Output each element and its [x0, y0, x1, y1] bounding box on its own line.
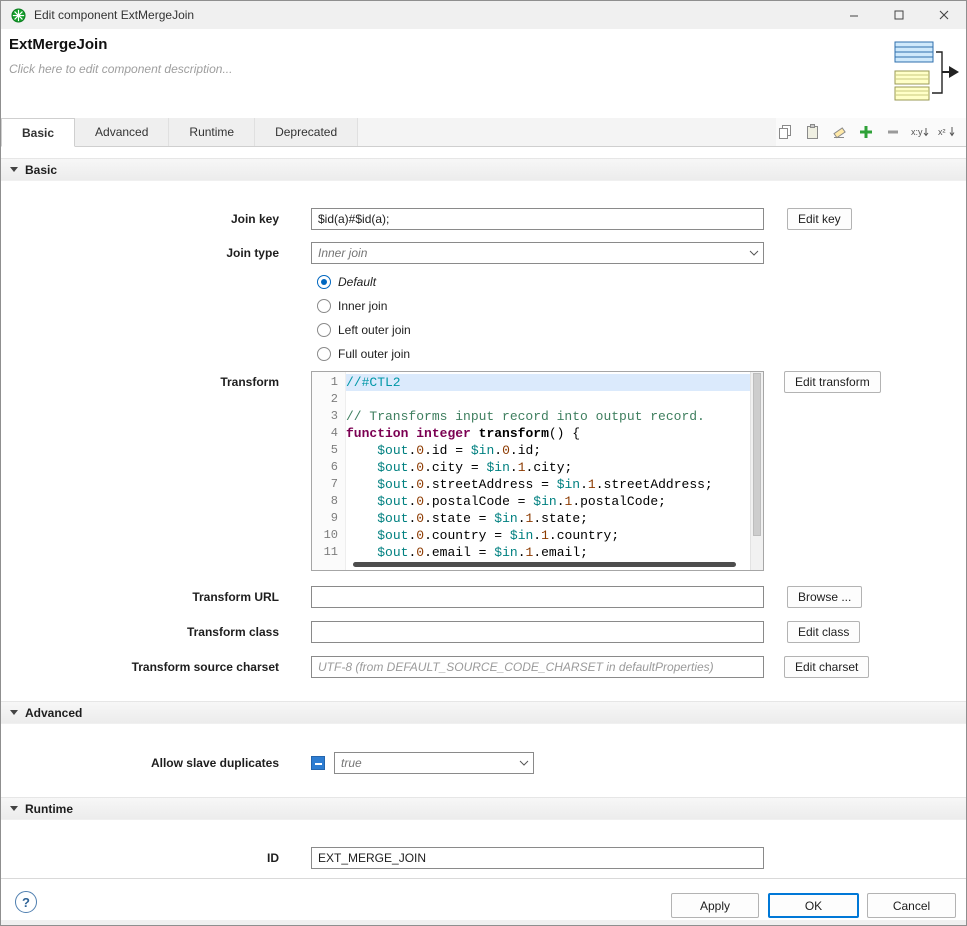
dialog-footer: ? Apply OK Cancel [1, 878, 966, 925]
editor-horizontal-scrollbar[interactable] [347, 558, 749, 570]
section-advanced-header[interactable]: Advanced [1, 701, 966, 724]
scrollbar-thumb[interactable] [353, 562, 736, 567]
browse-button[interactable]: Browse ... [787, 586, 862, 608]
edit-charset-button[interactable]: Edit charset [784, 656, 869, 678]
sort-keys-icon[interactable]: x:y [911, 123, 929, 141]
allow-slave-duplicates-select[interactable]: true [334, 752, 534, 774]
remove-icon[interactable] [884, 123, 902, 141]
code-line: 2 [312, 391, 750, 408]
copy-icon[interactable] [776, 123, 794, 141]
window-bottom-edge [1, 920, 966, 925]
tab-basic[interactable]: Basic [1, 118, 75, 147]
tab-advanced[interactable]: Advanced [75, 118, 169, 146]
tab-deprecated[interactable]: Deprecated [255, 118, 358, 146]
code-line: 8 $out.0.postalCode = $in.1.postalCode; [312, 493, 750, 510]
radio-option-default[interactable]: Default [317, 272, 376, 292]
radio-option-inner-join[interactable]: Inner join [317, 296, 387, 316]
allow-slave-duplicates-label: Allow slave duplicates [1, 752, 279, 774]
code-line: 10 $out.0.country = $in.1.country; [312, 527, 750, 544]
merge-join-icon [894, 41, 960, 110]
join-type-label: Join type [1, 242, 279, 264]
edit-key-button[interactable]: Edit key [787, 208, 852, 230]
section-runtime-title: Runtime [25, 802, 73, 816]
transform-code-editor[interactable]: 1//#CTL223// Transforms input record int… [311, 371, 764, 571]
section-basic-header[interactable]: Basic [1, 158, 966, 181]
code-line: 3// Transforms input record into output … [312, 408, 750, 425]
collapse-arrow-icon [10, 167, 18, 172]
transform-source-charset-label: Transform source charset [1, 656, 279, 678]
code-line: 7 $out.0.streetAddress = $in.1.streetAdd… [312, 476, 750, 493]
join-type-select[interactable]: Inner join [311, 242, 764, 264]
paste-icon[interactable] [803, 123, 821, 141]
erase-icon[interactable] [830, 123, 848, 141]
tab-bar: Basic Advanced Runtime Deprecated x:y x² [1, 118, 966, 147]
join-key-label: Join key [1, 208, 279, 230]
collapse-arrow-icon [10, 710, 18, 715]
section-advanced-title: Advanced [25, 706, 82, 720]
code-lines: 1//#CTL223// Transforms input record int… [312, 374, 750, 561]
section-basic-title: Basic [25, 163, 57, 177]
window-title: Edit component ExtMergeJoin [34, 8, 831, 22]
svg-text:x:y: x:y [911, 127, 923, 137]
radio-label: Inner join [338, 299, 387, 313]
help-icon[interactable]: ? [15, 891, 37, 913]
close-button[interactable] [921, 1, 966, 29]
radio-button[interactable] [317, 275, 331, 289]
component-description-placeholder[interactable]: Click here to edit component description… [9, 62, 232, 76]
radio-label: Full outer join [338, 347, 410, 361]
apply-button[interactable]: Apply [671, 893, 759, 918]
properties-toolbar: x:y x² [776, 118, 966, 146]
edit-transform-button[interactable]: Edit transform [784, 371, 881, 393]
code-line: 9 $out.0.state = $in.1.state; [312, 510, 750, 527]
transform-class-input[interactable] [311, 621, 764, 643]
radio-button[interactable] [317, 323, 331, 337]
collapse-arrow-icon [10, 806, 18, 811]
transform-url-label: Transform URL [1, 586, 279, 608]
transform-url-input[interactable] [311, 586, 764, 608]
edit-class-button[interactable]: Edit class [787, 621, 860, 643]
clover-logo-icon [11, 8, 26, 23]
allow-slave-duplicates-checkbox[interactable] [311, 756, 325, 770]
radio-button[interactable] [317, 299, 331, 313]
code-line: 5 $out.0.id = $in.0.id; [312, 442, 750, 459]
add-icon[interactable] [857, 123, 875, 141]
formula-icon[interactable]: x² [938, 123, 956, 141]
radio-option-full-outer-join[interactable]: Full outer join [317, 344, 410, 364]
code-line: 1//#CTL2 [312, 374, 750, 391]
page-title: ExtMergeJoin [9, 36, 107, 53]
cancel-button[interactable]: Cancel [867, 893, 956, 918]
radio-label: Left outer join [338, 323, 411, 337]
code-line: 6 $out.0.city = $in.1.city; [312, 459, 750, 476]
ok-button[interactable]: OK [768, 893, 859, 918]
maximize-button[interactable] [876, 1, 921, 29]
radio-label: Default [338, 275, 376, 289]
radio-option-left-outer-join[interactable]: Left outer join [317, 320, 411, 340]
svg-text:x²: x² [938, 127, 946, 137]
code-line: 4function integer transform() { [312, 425, 750, 442]
join-key-input[interactable] [311, 208, 764, 230]
id-input[interactable] [311, 847, 764, 869]
title-bar: Edit component ExtMergeJoin [1, 1, 966, 29]
join-type-select-value: Inner join [312, 246, 745, 260]
scrollbar-thumb[interactable] [753, 373, 761, 536]
chevron-down-icon [515, 760, 533, 766]
section-runtime-header[interactable]: Runtime [1, 797, 966, 820]
radio-button[interactable] [317, 347, 331, 361]
editor-vertical-scrollbar[interactable] [750, 372, 763, 570]
chevron-down-icon [745, 250, 763, 256]
allow-slave-duplicates-value: true [335, 756, 515, 770]
edit-component-dialog: Edit component ExtMergeJoin ExtMergeJoin… [0, 0, 967, 926]
minimize-button[interactable] [831, 1, 876, 29]
transform-source-charset-input[interactable] [311, 656, 764, 678]
tab-runtime[interactable]: Runtime [169, 118, 255, 146]
id-label: ID [1, 847, 279, 869]
transform-label: Transform [1, 371, 279, 393]
transform-class-label: Transform class [1, 621, 279, 643]
